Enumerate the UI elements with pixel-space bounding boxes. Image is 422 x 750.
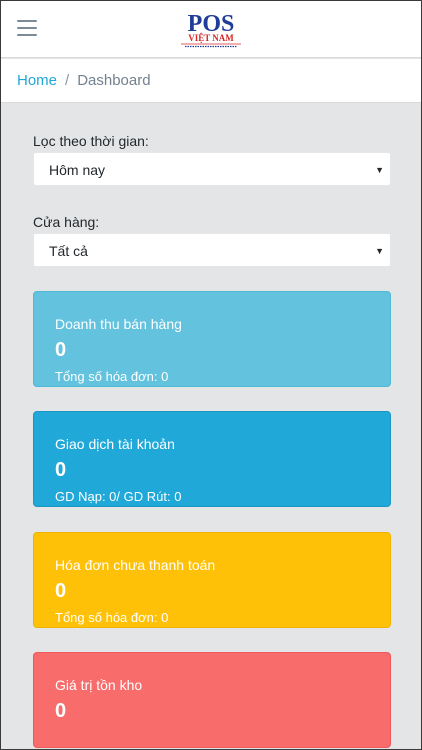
store-filter-value: Tất cả — [49, 243, 88, 259]
time-filter-select[interactable]: Hôm nay ▼ — [33, 152, 391, 186]
top-navbar: POS VIỆT NAM — [1, 1, 421, 58]
sales-revenue-card[interactable]: Doanh thu bán hàng 0 Tổng số hóa đơn: 0 — [33, 291, 391, 387]
breadcrumb-current: Dashboard — [77, 72, 151, 89]
card-title: Giá trị tồn kho — [55, 677, 143, 693]
account-transactions-card[interactable]: Giao dịch tài khoản 0 GD Nạp: 0/ GD Rút:… — [33, 411, 391, 507]
inventory-value-card[interactable]: Giá trị tồn kho 0 — [33, 652, 391, 748]
card-subtext: GD Nạp: 0/ GD Rút: 0 — [55, 489, 182, 504]
card-title: Giao dịch tài khoản — [55, 436, 175, 452]
hamburger-icon[interactable] — [17, 20, 37, 38]
card-value: 0 — [55, 339, 67, 361]
pos-vietnam-logo[interactable]: POS VIỆT NAM — [179, 9, 243, 49]
caret-down-icon: ▼ — [375, 246, 384, 256]
card-subtext: Tổng số hóa đơn: 0 — [55, 369, 169, 384]
app-frame: POS VIỆT NAM Home / Dashboard Lọc theo thờ… — [0, 0, 422, 750]
breadcrumb: Home / Dashboard — [1, 59, 421, 103]
caret-down-icon: ▼ — [375, 165, 384, 175]
card-value: 0 — [55, 580, 67, 602]
card-subtext: Tổng số hóa đơn: 0 — [55, 610, 169, 625]
store-filter-label: Cửa hàng: — [33, 214, 100, 230]
card-value: 0 — [55, 459, 67, 481]
breadcrumb-home-link[interactable]: Home — [17, 72, 57, 89]
card-title: Hóa đơn chưa thanh toán — [55, 557, 216, 573]
time-filter-label: Lọc theo thời gian: — [33, 133, 149, 149]
breadcrumb-separator: / — [65, 72, 70, 89]
dashboard-content: Lọc theo thời gian: Hôm nay ▼ Cửa hàng: … — [1, 104, 421, 749]
svg-text:VIỆT NAM: VIỆT NAM — [188, 33, 234, 43]
store-filter-select[interactable]: Tất cả ▼ — [33, 233, 391, 267]
unpaid-invoices-card[interactable]: Hóa đơn chưa thanh toán 0 Tổng số hóa đơ… — [33, 532, 391, 628]
card-title: Doanh thu bán hàng — [55, 316, 182, 332]
time-filter-value: Hôm nay — [49, 162, 106, 178]
card-value: 0 — [55, 700, 67, 722]
